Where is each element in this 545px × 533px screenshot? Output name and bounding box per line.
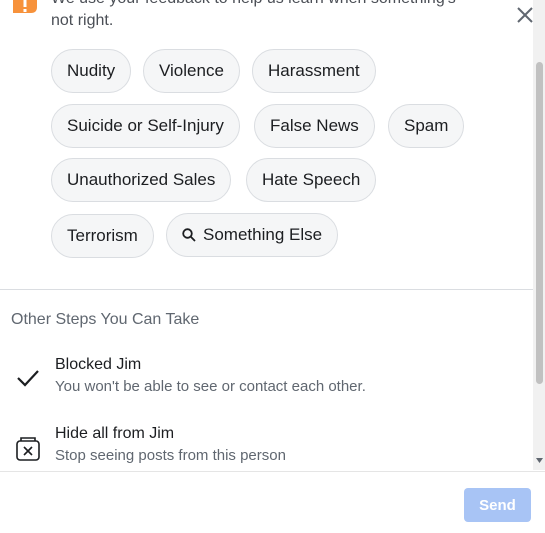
scroll-down-arrow-icon[interactable]: [536, 456, 543, 464]
tag-something-else[interactable]: Something Else: [166, 213, 339, 257]
report-dialog: We use your feedback to help us learn wh…: [0, 0, 545, 533]
step-title: Blocked Jim: [55, 356, 142, 373]
tag-violence[interactable]: Violence: [143, 49, 240, 93]
section-divider: [0, 289, 533, 290]
tag-harassment[interactable]: Harassment: [252, 49, 376, 93]
step-blocked-jim[interactable]: Blocked Jim You won't be able to see or …: [0, 354, 533, 404]
tag-label: Suicide or Self-Injury: [67, 116, 224, 135]
step-subtitle: Stop seeing posts from this person: [55, 447, 286, 464]
feedback-info-text: We use your feedback to help us learn wh…: [51, 0, 456, 29]
step-subtitle: You won't be able to see or contact each…: [55, 378, 366, 395]
step-hide-all-from-jim[interactable]: Hide all from Jim Stop seeing posts from…: [0, 423, 533, 473]
search-icon: [182, 228, 196, 242]
tag-label: False News: [270, 116, 359, 135]
close-icon: [516, 6, 534, 29]
tag-label: Hate Speech: [262, 170, 361, 189]
tag-nudity[interactable]: Nudity: [51, 49, 132, 93]
scrollbar[interactable]: [533, 0, 545, 470]
step-title: Hide all from Jim: [55, 425, 175, 442]
other-steps-heading: Other Steps You Can Take: [11, 311, 200, 328]
tag-terrorism[interactable]: Terrorism: [51, 214, 154, 258]
hide-box-icon: [14, 435, 42, 463]
tag-hate-speech[interactable]: Hate Speech: [246, 158, 377, 202]
checkmark-icon: [14, 364, 42, 392]
tag-label: Nudity: [67, 61, 116, 80]
send-button[interactable]: Send: [464, 488, 531, 522]
tag-suicide-self-injury[interactable]: Suicide or Self-Injury: [51, 104, 240, 148]
tag-label: Unauthorized Sales: [67, 170, 216, 189]
scrollbar-thumb[interactable]: [536, 62, 543, 384]
tag-unauthorized-sales[interactable]: Unauthorized Sales: [51, 158, 232, 202]
footer-divider: [0, 471, 545, 472]
tag-label: Spam: [404, 116, 449, 135]
tag-label: Terrorism: [67, 226, 138, 245]
tag-label: Harassment: [268, 61, 360, 80]
tag-label: Something Else: [203, 225, 323, 244]
warning-icon: [10, 0, 40, 16]
tag-spam[interactable]: Spam: [388, 104, 465, 148]
tag-false-news[interactable]: False News: [254, 104, 375, 148]
tag-label: Violence: [159, 61, 224, 80]
